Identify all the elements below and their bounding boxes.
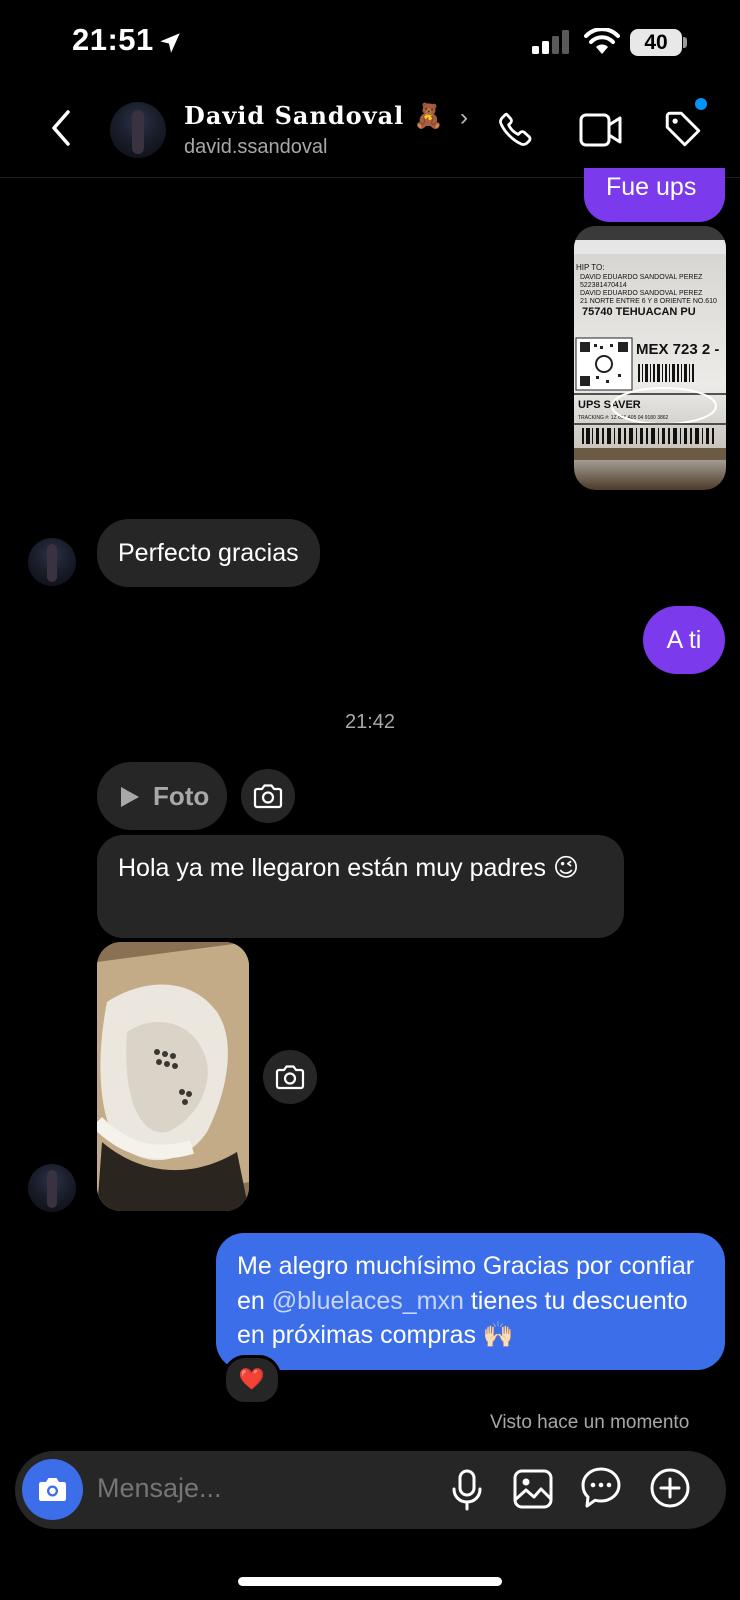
play-icon: [121, 787, 139, 807]
phone-icon[interactable]: [495, 108, 537, 150]
message-timestamp: 21:42: [344, 711, 396, 733]
message-incoming[interactable]: Hola ya me llegaron están muy padres 😉: [97, 835, 624, 938]
label-big-code: MEX 723 2 -: [636, 341, 719, 358]
camera-icon: [39, 1478, 66, 1501]
shoes-image-content: [97, 942, 249, 1211]
battery-tip: [683, 37, 687, 48]
contact-username[interactable]: david.ssandoval: [184, 136, 327, 159]
notification-dot: [695, 98, 707, 110]
home-indicator[interactable]: [238, 1577, 502, 1586]
label-line-4: DAVID EDUARDO SANDOVAL PEREZ: [580, 290, 703, 297]
camera-reply-button[interactable]: [241, 769, 295, 823]
tag-icon[interactable]: [662, 108, 704, 150]
camera-button[interactable]: [22, 1459, 83, 1520]
label-line-6: 75740 TEHUACAN PU: [582, 306, 696, 318]
location-arrow-icon: [160, 33, 180, 53]
sticker-icon[interactable]: [580, 1466, 622, 1510]
message-incoming[interactable]: Perfecto gracias: [97, 519, 320, 587]
label-image-content: HIP TO: DAVID EDUARDO SANDOVAL PEREZ 522…: [574, 226, 726, 460]
contact-name[interactable]: David Sandoval 🧸: [184, 101, 445, 130]
battery-indicator: 40: [630, 29, 682, 56]
message-outgoing[interactable]: Me alegro muchísimo Gracias por confiar …: [216, 1233, 725, 1370]
label-line-2: DAVID EDUARDO SANDOVAL PEREZ: [580, 274, 703, 281]
video-icon[interactable]: [578, 110, 624, 150]
status-time: 21:51: [72, 22, 154, 57]
label-line-3: 522381470414: [580, 282, 627, 289]
plus-icon[interactable]: [649, 1467, 691, 1509]
chevron-right-icon[interactable]: ›: [460, 104, 468, 132]
mic-icon[interactable]: [449, 1468, 485, 1512]
gallery-icon[interactable]: [512, 1468, 554, 1510]
label-line-5: 21 NORTE ENTRE 6 Y 8 ORIENTE NO.610: [580, 298, 717, 305]
view-once-photo-button[interactable]: Foto: [97, 762, 227, 830]
heart-reaction[interactable]: ❤️: [223, 1355, 281, 1405]
foto-label: Foto: [153, 781, 210, 811]
avatar[interactable]: [28, 538, 76, 586]
mention-link[interactable]: @bluelaces_mxn: [272, 1287, 464, 1315]
label-line-1: HIP TO:: [576, 263, 604, 272]
signal-icon: [532, 30, 569, 54]
avatar[interactable]: [28, 1164, 76, 1212]
wifi-icon: [584, 28, 620, 54]
camera-reply-button[interactable]: [263, 1050, 317, 1104]
message-input[interactable]: [97, 1473, 417, 1504]
camera-icon: [275, 1065, 305, 1090]
shipping-label-photo[interactable]: HIP TO: DAVID EDUARDO SANDOVAL PEREZ 522…: [574, 226, 726, 490]
back-icon[interactable]: [48, 108, 76, 148]
message-outgoing[interactable]: Fue ups: [584, 168, 725, 222]
shoes-photo[interactable]: [97, 942, 249, 1211]
label-service: UPS SAVER: [578, 399, 641, 411]
avatar[interactable]: [110, 102, 166, 158]
message-outgoing[interactable]: A ti: [643, 606, 725, 674]
seen-status: Visto hace un momento: [490, 1412, 690, 1433]
camera-icon: [253, 784, 283, 809]
